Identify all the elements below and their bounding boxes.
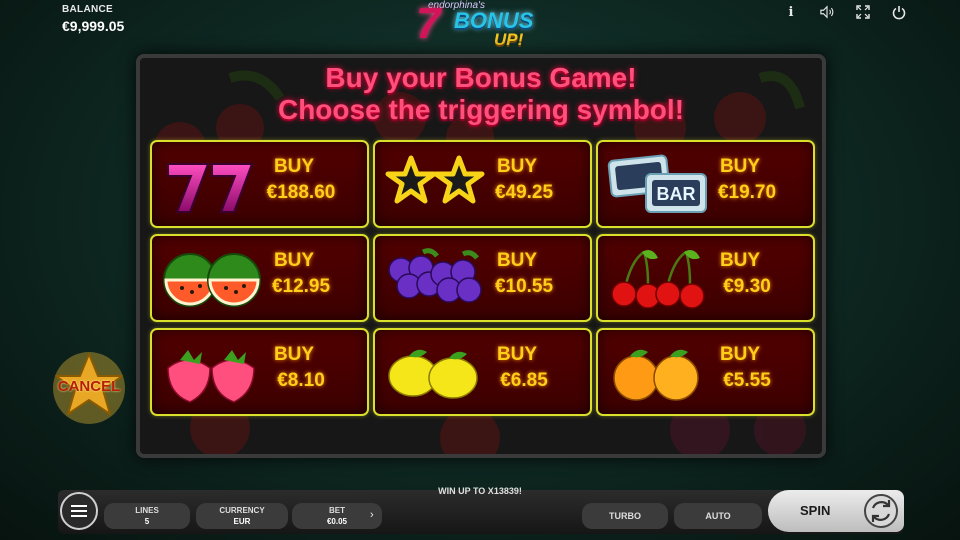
- sound-icon[interactable]: [820, 4, 834, 20]
- lines-label: LINES: [135, 506, 159, 515]
- currency-label: CURRENCY: [219, 506, 265, 515]
- bar-text: BAR: [657, 184, 696, 204]
- currency-control[interactable]: CURRENCY EUR: [196, 503, 288, 529]
- bet-value: €0.05: [326, 517, 348, 526]
- option-price: €9.30: [723, 276, 771, 297]
- buy-label: BUY: [719, 156, 761, 177]
- spin-label: SPIN: [800, 503, 831, 518]
- power-icon[interactable]: [892, 4, 906, 20]
- lines-control[interactable]: LINES 5: [104, 503, 190, 529]
- bet-control[interactable]: BET €0.05: [292, 503, 382, 529]
- option-price: €10.55: [494, 276, 554, 297]
- chevron-right-icon[interactable]: ›: [370, 509, 374, 521]
- auto-label: AUTO: [705, 511, 731, 521]
- fullscreen-icon[interactable]: [856, 4, 870, 20]
- buy-label: BUY: [496, 250, 538, 271]
- panel-title-line2: Choose the triggering symbol!: [277, 94, 685, 125]
- balance-label: BALANCE: [62, 4, 113, 15]
- bet-label: BET: [329, 506, 345, 515]
- option-price: €8.10: [277, 370, 325, 391]
- bonus-option-seven[interactable]: BUY €188.60: [150, 140, 369, 228]
- option-price: €49.25: [494, 182, 554, 203]
- spin-circle: [864, 494, 898, 528]
- cancel-button[interactable]: CANCEL: [50, 350, 128, 426]
- bonus-buy-panel: Buy your Bonus Game! Choose the triggeri…: [136, 54, 826, 458]
- option-price: €19.70: [717, 182, 777, 203]
- logo-up: UP!: [494, 30, 524, 49]
- turbo-label: TURBO: [609, 511, 641, 521]
- game-logo: endorphina's 7 BONUS UP!: [414, 0, 546, 58]
- cancel-label: CANCEL: [57, 378, 121, 395]
- bonus-option-cherry[interactable]: BUY €9.30: [596, 234, 815, 322]
- lines-value: 5: [144, 517, 150, 526]
- bonus-option-lemon[interactable]: BUY €6.85: [373, 328, 592, 416]
- bonus-option-strawberry[interactable]: BUY €8.10: [150, 328, 369, 416]
- spin-button[interactable]: SPIN: [768, 490, 904, 532]
- buy-label: BUY: [719, 250, 761, 271]
- buy-label: BUY: [496, 156, 538, 177]
- bonus-option-orange[interactable]: BUY €5.55: [596, 328, 815, 416]
- buy-label: BUY: [273, 250, 315, 271]
- buy-label: BUY: [496, 344, 538, 365]
- top-toolbar: i: [784, 4, 906, 20]
- buy-label: BUY: [273, 156, 315, 177]
- bonus-option-watermelon[interactable]: BUY €12.95: [150, 234, 369, 322]
- balance-value: €9,999.05: [62, 18, 125, 34]
- currency-value: EUR: [233, 517, 251, 526]
- bonus-option-star[interactable]: BUY €49.25: [373, 140, 592, 228]
- bonus-options-grid: BUY €188.60 BUY €49.25 BAR BUY €19.70 BU…: [150, 140, 815, 416]
- menu-button[interactable]: [60, 492, 98, 530]
- panel-title-line1: Buy your Bonus Game!: [325, 62, 637, 93]
- buy-label: BUY: [719, 344, 761, 365]
- balance-box: BALANCE €9,999.05: [62, 4, 124, 34]
- option-price: €188.60: [266, 182, 336, 203]
- option-price: €12.95: [271, 276, 331, 297]
- option-price: €5.55: [723, 370, 771, 391]
- info-icon[interactable]: i: [784, 4, 798, 20]
- refresh-icon: [871, 500, 891, 522]
- turbo-button[interactable]: TURBO: [582, 503, 668, 529]
- logo-seven: 7: [416, 0, 441, 48]
- bonus-option-grapes[interactable]: BUY €10.55: [373, 234, 592, 322]
- hamburger-icon: [71, 510, 87, 512]
- auto-button[interactable]: AUTO: [674, 503, 762, 529]
- buy-label: BUY: [273, 344, 315, 365]
- bonus-option-bar[interactable]: BAR BUY €19.70: [596, 140, 815, 228]
- option-price: €6.85: [500, 370, 548, 391]
